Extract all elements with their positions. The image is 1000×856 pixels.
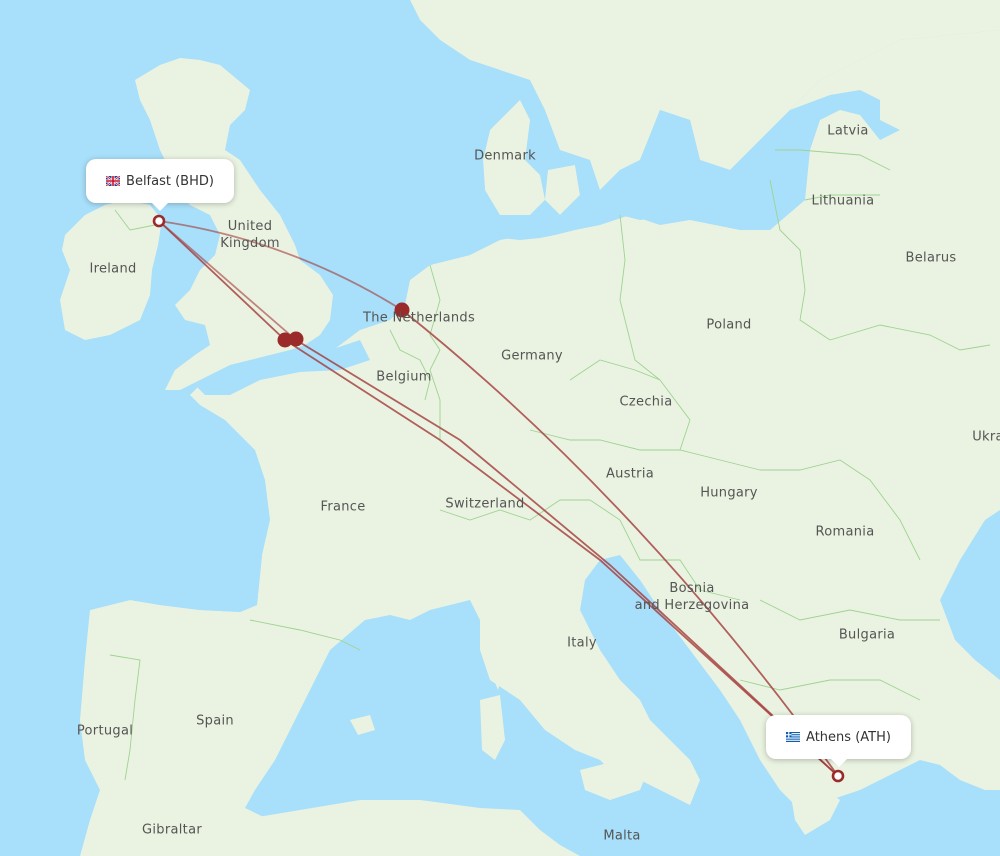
sea-biscay: [0, 430, 268, 620]
origin-tooltip[interactable]: Belfast (BHD): [86, 159, 234, 211]
uk-flag-icon: [106, 176, 121, 186]
stopover-marker-london-gatwick[interactable]: [288, 331, 304, 347]
country-label-belgium: Belgium: [376, 369, 432, 385]
country-label-france: France: [320, 499, 366, 515]
country-label-netherlands: The Netherlands: [362, 310, 476, 326]
airport-marker-ath[interactable]: [831, 769, 845, 783]
country-label-malta: Malta: [603, 828, 641, 844]
country-label-ireland: Ireland: [89, 261, 137, 277]
destination-label: Athens (ATH): [806, 729, 891, 745]
destination-tooltip[interactable]: Athens (ATH): [766, 715, 911, 767]
country-label-spain: Spain: [196, 713, 234, 729]
country-label-switzerland: Switzerland: [445, 496, 525, 512]
country-label-germany: Germany: [501, 348, 563, 364]
greece-flag-icon: [786, 732, 801, 742]
origin-label: Belfast (BHD): [126, 173, 214, 189]
country-label-czechia: Czechia: [619, 394, 673, 410]
country-label-portugal: Portugal: [76, 723, 134, 739]
country-label-united-kingdom: United Kingdom: [220, 219, 280, 251]
country-label-ukraine: Ukra: [972, 429, 1000, 445]
country-label-romania: Romania: [815, 524, 875, 540]
country-label-denmark: Denmark: [474, 148, 536, 164]
country-label-italy: Italy: [567, 635, 597, 651]
country-label-poland: Poland: [706, 317, 752, 333]
country-label-hungary: Hungary: [700, 485, 758, 501]
airport-marker-bhd[interactable]: [152, 214, 166, 228]
country-label-lithuania: Lithuania: [811, 193, 875, 209]
country-label-belarus: Belarus: [905, 250, 957, 266]
country-label-latvia: Latvia: [827, 123, 869, 139]
country-label-bulgaria: Bulgaria: [838, 627, 896, 643]
country-label-austria: Austria: [605, 466, 655, 482]
country-label-gibraltar: Gibraltar: [142, 822, 202, 838]
country-label-bosnia: Bosnia and Herzegovina: [634, 581, 750, 613]
